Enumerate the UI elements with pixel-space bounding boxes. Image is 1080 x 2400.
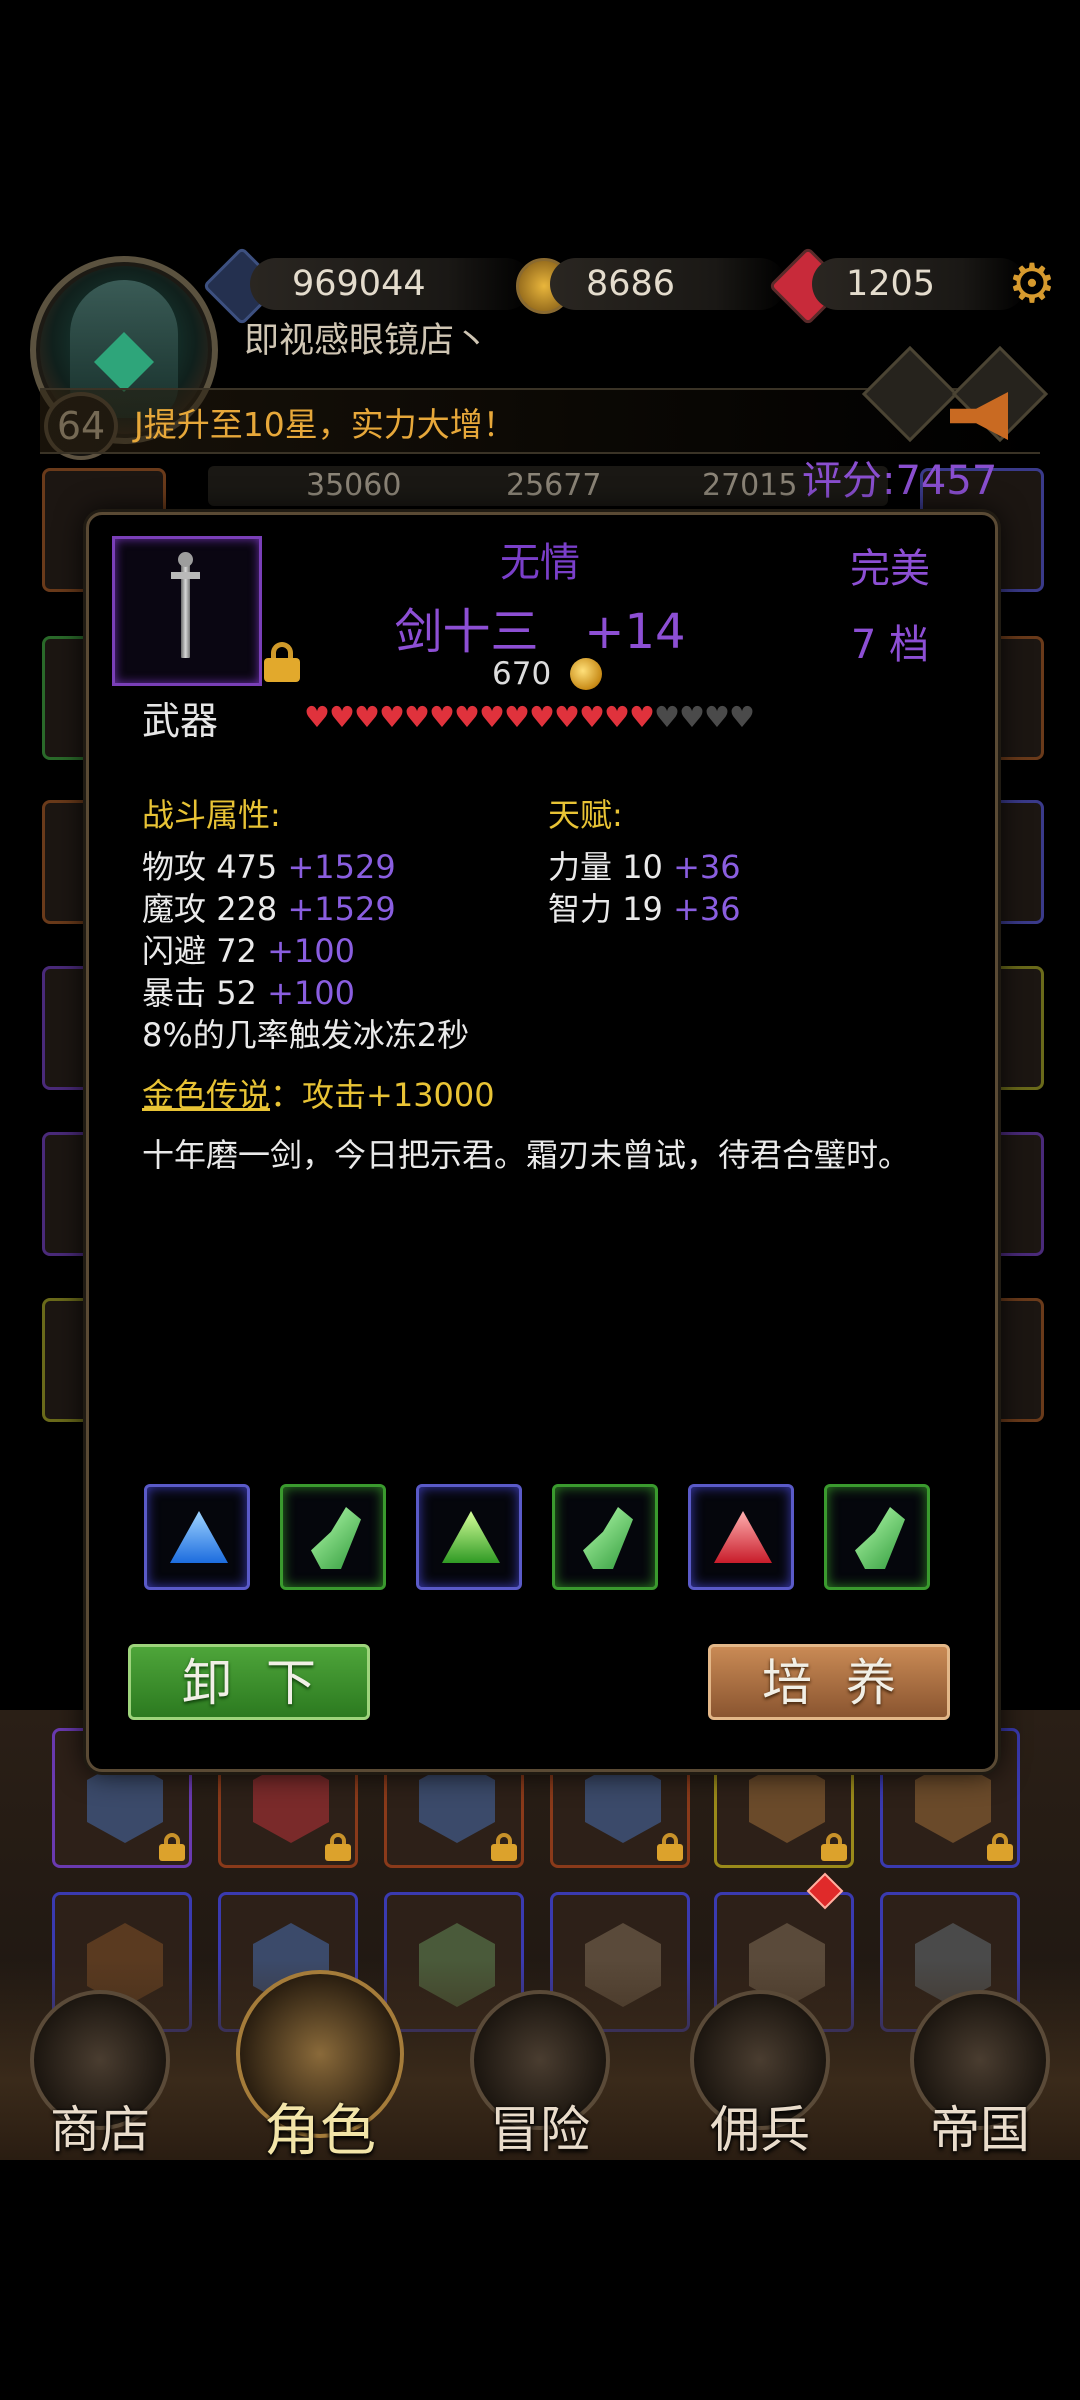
combat-stat: 闪避 72 +100 xyxy=(142,932,355,970)
filled-heart-icon: ♥ xyxy=(379,700,405,734)
nav-empire[interactable]: 帝国 xyxy=(900,1990,1060,2160)
gem-count: 1205 xyxy=(812,258,1026,310)
filled-heart-icon: ♥ xyxy=(454,700,480,734)
filled-heart-icon: ♥ xyxy=(529,700,555,734)
background-stat-strip: 35060 25677 27015 xyxy=(208,466,888,506)
green-leaf-gem-icon xyxy=(311,1507,361,1569)
unlocked-padlock-icon[interactable] xyxy=(264,642,300,682)
sword-guard xyxy=(171,572,200,579)
announcement-text: J提升至10星，实力大增！ xyxy=(134,405,516,444)
item-slot-type: 武器 xyxy=(142,699,219,743)
item-prefix: 无情 xyxy=(500,540,580,586)
player-name: 即视感眼镜店丶 xyxy=(244,321,490,361)
green-triangle-gem-icon xyxy=(442,1511,500,1563)
train-button[interactable]: 培养 xyxy=(708,1644,950,1720)
combat-stat: 魔攻 228 +1529 xyxy=(142,890,396,928)
settings-gear-icon[interactable]: ⚙ xyxy=(1004,256,1060,312)
nav-label: 帝国 xyxy=(930,2101,1030,2159)
item-name: 剑十三 +14 xyxy=(300,592,780,662)
filled-heart-icon: ♥ xyxy=(504,700,530,734)
empty-heart-icon: ♥ xyxy=(654,700,680,734)
filled-heart-icon: ♥ xyxy=(304,700,330,734)
gold-count: 8686 xyxy=(550,258,786,310)
lock-icon xyxy=(325,1833,351,1861)
gem-socket[interactable] xyxy=(280,1484,386,1590)
nav-label: 佣兵 xyxy=(710,2101,810,2159)
filled-heart-icon: ♥ xyxy=(554,700,580,734)
legendary-bonus: 金色传说：攻击+13000 xyxy=(142,1070,495,1116)
bg-stat: 35060 xyxy=(306,468,402,503)
item-grade: 7 档 xyxy=(850,622,930,668)
green-leaf-gem-icon xyxy=(855,1507,905,1569)
green-leaf-gem-icon xyxy=(583,1507,633,1569)
talent-title: 天赋: xyxy=(548,796,623,834)
lock-icon xyxy=(491,1833,517,1861)
combat-attributes-title: 战斗属性: xyxy=(142,796,281,834)
nav-shop[interactable]: 商店 xyxy=(20,1990,180,2160)
filled-heart-icon: ♥ xyxy=(629,700,655,734)
nav-character[interactable]: 角色 xyxy=(236,1970,404,2164)
star-rating: ♥♥♥♥♥♥♥♥♥♥♥♥♥♥♥♥♥♥ xyxy=(304,700,755,734)
item-name-text: 剑十三 xyxy=(394,604,539,660)
flavor-text: 十年磨一剑，今日把示君。霜刃未曾试，待君合璧时。 xyxy=(142,1136,911,1174)
bg-stat: 25677 xyxy=(506,468,602,503)
combat-stat: 暴击 52 +100 xyxy=(142,974,355,1012)
blue-triangle-gem-icon xyxy=(170,1511,228,1563)
empty-heart-icon: ♥ xyxy=(704,700,730,734)
legendary-text: ：攻击+13000 xyxy=(270,1076,495,1114)
gem-socket[interactable] xyxy=(144,1484,250,1590)
filled-heart-icon: ♥ xyxy=(604,700,630,734)
nav-label: 角色 xyxy=(264,2099,376,2164)
special-effect: 8%的几率触发冰冻2秒 xyxy=(142,1016,470,1054)
nav-label: 冒险 xyxy=(490,2101,590,2159)
bg-stat: 27015 xyxy=(702,468,798,503)
item-quality: 完美 xyxy=(850,546,930,592)
nav-label: 商店 xyxy=(50,2101,150,2159)
filled-heart-icon: ♥ xyxy=(479,700,505,734)
filled-heart-icon: ♥ xyxy=(354,700,380,734)
gem-socket[interactable] xyxy=(688,1484,794,1590)
gold-coin-icon xyxy=(570,658,602,690)
item-enhance-level: +14 xyxy=(584,604,686,660)
empty-heart-icon: ♥ xyxy=(729,700,755,734)
diamond-count: 969044 xyxy=(250,258,532,310)
score-label: 评分:7457 xyxy=(802,458,998,504)
empty-heart-icon: ♥ xyxy=(679,700,705,734)
combat-stat: 物攻 475 +1529 xyxy=(142,848,396,886)
filled-heart-icon: ♥ xyxy=(329,700,355,734)
filled-heart-icon: ♥ xyxy=(404,700,430,734)
filled-heart-icon: ♥ xyxy=(579,700,605,734)
gem-socket[interactable] xyxy=(552,1484,658,1590)
sword-pommel xyxy=(178,552,193,567)
talent-stat: 力量 10 +36 xyxy=(548,848,741,886)
item-price: 670 xyxy=(492,656,552,692)
red-triangle-gem-icon xyxy=(714,1511,772,1563)
gem-socket[interactable] xyxy=(416,1484,522,1590)
gem-socket[interactable] xyxy=(824,1484,930,1590)
lock-icon xyxy=(159,1833,185,1861)
lock-icon xyxy=(657,1833,683,1861)
legendary-link[interactable]: 金色传说 xyxy=(142,1076,270,1114)
nav-mercenary[interactable]: 佣兵 xyxy=(680,1990,840,2160)
unequip-button[interactable]: 卸下 xyxy=(128,1644,370,1720)
lock-icon xyxy=(821,1833,847,1861)
talent-stat: 智力 19 +36 xyxy=(548,890,741,928)
lock-icon xyxy=(987,1833,1013,1861)
filled-heart-icon: ♥ xyxy=(429,700,455,734)
nav-adventure[interactable]: 冒险 xyxy=(460,1990,620,2160)
